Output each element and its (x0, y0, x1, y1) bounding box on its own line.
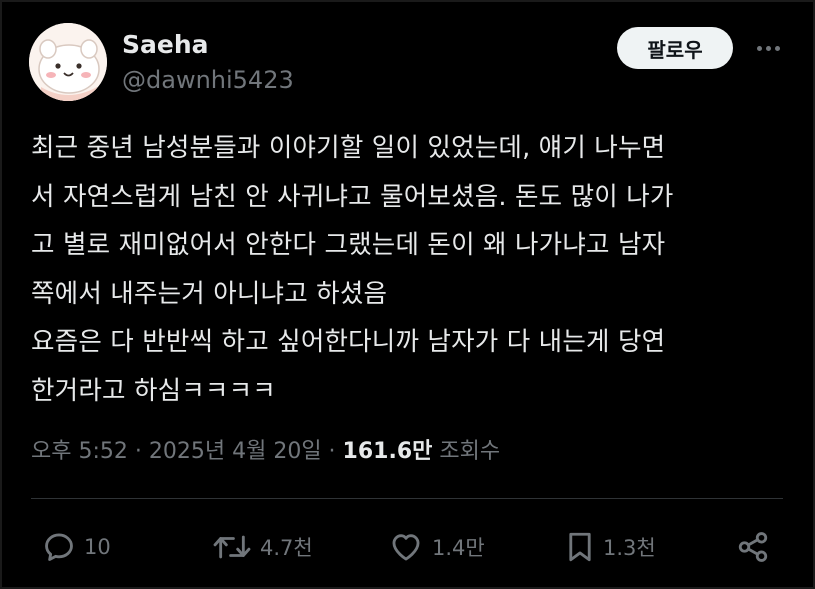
bookmark-count: 1.3천 (603, 536, 656, 560)
reply-button[interactable]: 10 (42, 527, 111, 567)
like-button[interactable]: 1.4만 (388, 527, 485, 567)
tweet-line: 한거라고 하심ㅋㅋㅋㅋ (31, 375, 276, 406)
tweet-time[interactable]: 오후 5:52 (31, 439, 128, 464)
display-name[interactable]: Saeha (122, 30, 209, 59)
meta-separator: · (321, 439, 343, 464)
tweet-line: 요즘은 다 반반씩 하고 싶어한다니까 남자가 다 내는게 당연 (31, 327, 666, 357)
views-label: 조회수 (439, 439, 501, 464)
more-icon[interactable] (748, 32, 788, 64)
repost-count: 4.7천 (260, 536, 313, 560)
meta-separator: · (127, 439, 149, 464)
share-button[interactable] (735, 527, 771, 567)
heart-icon (388, 530, 424, 564)
more-dot (756, 45, 762, 51)
bookmark-button[interactable]: 1.3천 (565, 527, 656, 567)
share-icon (735, 530, 771, 564)
tweet-line: 서 자연스럽게 남친 안 사귀냐고 물어보셨음. 돈도 많이 나가 (31, 181, 674, 212)
tweet-date[interactable]: 2025년 4월 20일 (149, 439, 322, 464)
repost-button[interactable]: 4.7천 (212, 527, 313, 567)
follow-button[interactable]: 팔로우 (617, 27, 733, 69)
more-dot (765, 45, 771, 51)
like-count: 1.4만 (432, 536, 485, 560)
tweet-line: 고 별로 재미없어서 안한다 그랬는데 돈이 왜 나가냐고 남자 (31, 230, 666, 260)
reply-icon (42, 530, 76, 564)
tweet-meta: 오후 5:52 · 2025년 4월 20일 · 161.6만 조회수 (31, 433, 500, 465)
reply-count: 10 (84, 535, 111, 559)
avatar[interactable] (29, 23, 107, 101)
tweet-line: 쪽에서 내주는거 아니냐고 하셨음 (31, 278, 388, 309)
divider (31, 498, 783, 499)
views-count: 161.6만 (342, 439, 433, 464)
avatar-image (29, 23, 107, 101)
bookmark-icon (565, 530, 595, 564)
tweet-line: 최근 중년 남성분들과 이야기할 일이 있었는데, 얘기 나누면 (31, 133, 666, 163)
user-handle[interactable]: @dawnhi5423 (122, 66, 294, 94)
tweet-text: 최근 중년 남성분들과 이야기할 일이 있었는데, 얘기 나누면 서 자연스럽게… (31, 124, 786, 415)
more-dot (774, 45, 780, 51)
repost-icon (212, 530, 252, 564)
